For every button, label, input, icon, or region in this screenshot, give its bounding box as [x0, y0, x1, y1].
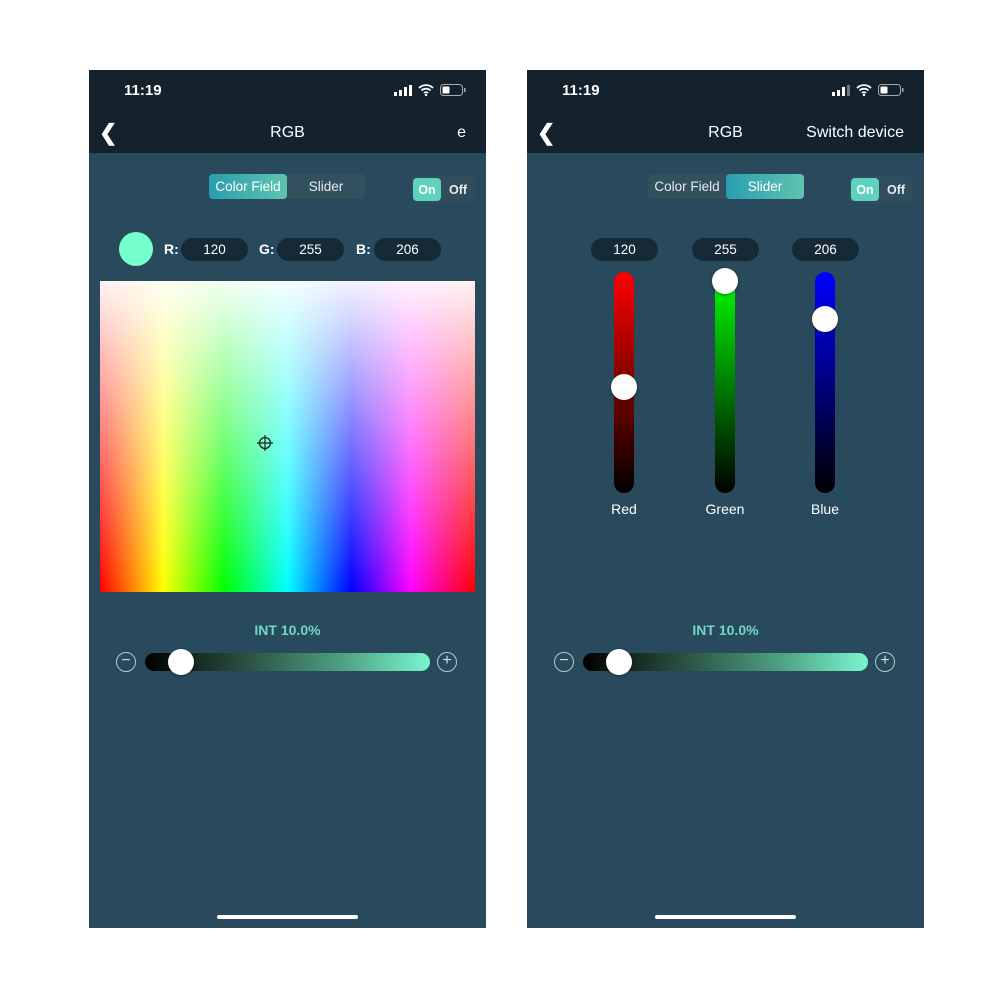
power-toggle: On Off	[849, 176, 913, 203]
green-label: Green	[705, 501, 745, 517]
power-toggle: On Off	[411, 176, 475, 203]
green-slider-handle[interactable]	[712, 268, 738, 294]
switch-device-button[interactable]: e	[457, 124, 466, 142]
r-label: R:	[164, 241, 179, 257]
slider-screen: 11:19 ❮ RGB Switch device Color Field Sl…	[527, 70, 924, 928]
color-field-picker[interactable]	[100, 281, 475, 592]
b-label: B:	[356, 241, 371, 257]
tab-color-field[interactable]: Color Field	[209, 174, 287, 199]
switch-device-button[interactable]: Switch device	[806, 124, 904, 142]
color-field-screen: 11:19 ❮ RGB e Color Field Slider On Off …	[89, 70, 486, 928]
green-slider[interactable]	[715, 272, 735, 493]
intensity-slider-handle[interactable]	[605, 649, 632, 675]
status-time: 11:19	[124, 82, 162, 99]
green-value-input[interactable]: 255	[692, 238, 759, 261]
intensity-slider-handle[interactable]	[167, 649, 194, 675]
battery-icon	[440, 84, 466, 96]
wifi-icon	[418, 84, 434, 96]
red-value-input[interactable]: 120	[591, 238, 658, 261]
power-off-button[interactable]: Off	[441, 183, 475, 197]
home-indicator	[217, 915, 358, 919]
mode-tabs: Color Field Slider	[209, 174, 365, 199]
tab-slider[interactable]: Slider	[726, 174, 804, 199]
battery-icon	[878, 84, 904, 96]
signal-icon	[832, 84, 850, 96]
minus-icon[interactable]: −	[554, 652, 574, 672]
signal-icon	[394, 84, 412, 96]
page-title: RGB	[270, 124, 305, 141]
b-value-input[interactable]: 206	[374, 238, 441, 261]
plus-icon[interactable]: +	[875, 652, 895, 672]
plus-icon[interactable]: +	[437, 652, 457, 672]
r-value-input[interactable]: 120	[181, 238, 248, 261]
status-time: 11:19	[562, 82, 600, 99]
power-on-button[interactable]: On	[413, 178, 441, 201]
power-on-button[interactable]: On	[851, 178, 879, 201]
color-swatch	[119, 232, 153, 266]
blue-slider[interactable]	[815, 272, 835, 493]
intensity-label: INT 10.0%	[254, 622, 321, 638]
blue-value-input[interactable]: 206	[792, 238, 859, 261]
tab-color-field[interactable]: Color Field	[648, 174, 726, 199]
home-indicator	[655, 915, 796, 919]
power-off-button[interactable]: Off	[879, 183, 913, 197]
intensity-label: INT 10.0%	[692, 622, 759, 638]
crosshair-icon[interactable]	[257, 435, 273, 451]
wifi-icon	[856, 84, 872, 96]
tab-slider[interactable]: Slider	[287, 174, 365, 199]
g-label: G:	[259, 241, 275, 257]
red-slider-handle[interactable]	[611, 373, 637, 400]
blue-label: Blue	[810, 501, 840, 517]
status-icons	[832, 84, 904, 96]
minus-icon[interactable]: −	[116, 652, 136, 672]
mode-tabs: Color Field Slider	[648, 174, 804, 199]
g-value-input[interactable]: 255	[277, 238, 344, 261]
status-icons	[394, 84, 466, 96]
red-label: Red	[611, 501, 637, 517]
